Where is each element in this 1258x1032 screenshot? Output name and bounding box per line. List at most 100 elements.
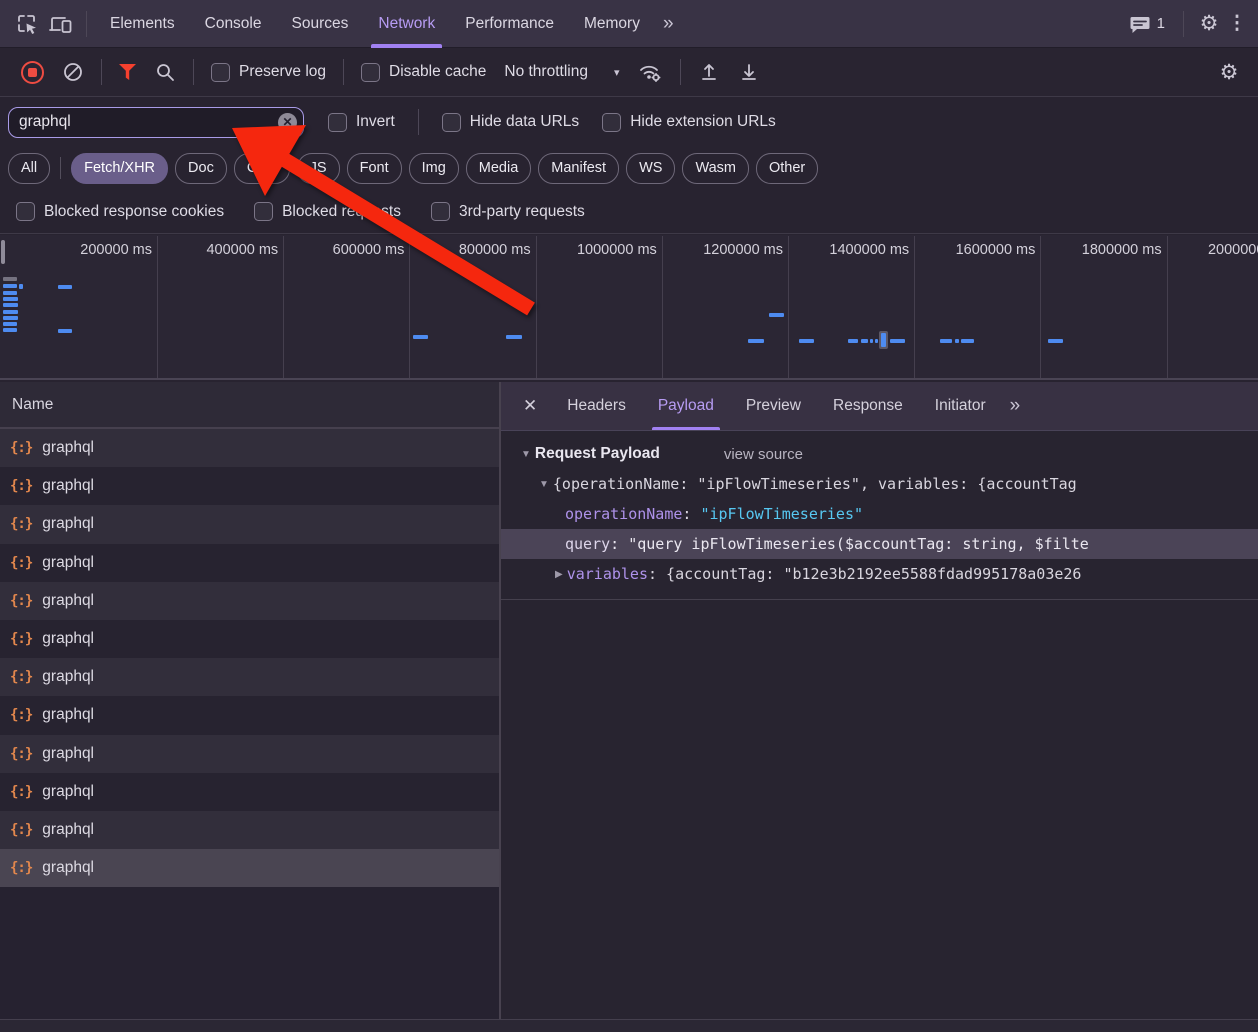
payload-line-operationName[interactable]: operationName: "ipFlowTimeseries": [501, 499, 1258, 529]
name-column-header[interactable]: Name: [0, 382, 499, 429]
export-har-icon[interactable]: [738, 61, 760, 83]
chip-fetch-xhr[interactable]: Fetch/XHR: [71, 153, 168, 184]
request-name: graphql: [42, 630, 94, 648]
waterfall-mark: [3, 303, 18, 307]
blocked-response-cookies-checkbox[interactable]: Blocked response cookies: [16, 202, 224, 221]
timeline-tick-label: 800000 ms: [411, 242, 531, 258]
issues-count[interactable]: 1: [1157, 15, 1165, 32]
fetch-xhr-type-icon: {:}: [10, 746, 32, 762]
chip-css[interactable]: CSS: [234, 153, 290, 184]
advanced-filters-row: Blocked response cookies Blocked requests…: [0, 190, 1258, 234]
network-conditions-icon[interactable]: [637, 60, 663, 84]
tab-sources[interactable]: Sources: [277, 0, 364, 48]
collapse-root-icon[interactable]: ▼: [539, 479, 549, 490]
waterfall-mark: [3, 291, 17, 295]
request-row[interactable]: {:} graphql: [0, 620, 499, 658]
network-overview-timeline[interactable]: 200000 ms400000 ms600000 ms800000 ms1000…: [0, 235, 1258, 380]
request-row[interactable]: {:}graphql: [0, 505, 499, 543]
waterfall-mark: [58, 329, 72, 333]
clear-filter-icon[interactable]: ✕: [278, 113, 297, 132]
issues-bubble-icon[interactable]: [1127, 7, 1153, 41]
chip-font[interactable]: Font: [347, 153, 402, 184]
checkbox-icon[interactable]: [16, 202, 35, 221]
request-row[interactable]: {:}graphql: [0, 696, 499, 734]
fetch-xhr-type-icon: {:}: [10, 478, 32, 494]
waterfall-mark: [3, 310, 18, 314]
more-detail-tabs-icon[interactable]: »: [1002, 395, 1027, 417]
network-settings-gear-icon[interactable]: ⚙: [1212, 55, 1246, 89]
chip-media[interactable]: Media: [466, 153, 532, 184]
hide-extension-urls-checkbox[interactable]: Hide extension URLs: [602, 113, 776, 132]
more-tabs-icon[interactable]: »: [655, 13, 680, 35]
inspect-element-icon[interactable]: [10, 7, 44, 41]
blocked-requests-checkbox[interactable]: Blocked requests: [254, 202, 401, 221]
close-detail-icon[interactable]: ✕: [509, 396, 551, 416]
detail-tab-preview[interactable]: Preview: [730, 382, 817, 430]
request-row[interactable]: {:}graphql: [0, 544, 499, 582]
disable-cache-checkbox[interactable]: Disable cache: [361, 63, 486, 82]
waterfall-mark: [413, 335, 428, 339]
detail-tab-headers[interactable]: Headers: [551, 382, 642, 430]
device-toolbar-icon[interactable]: [44, 7, 78, 41]
search-icon[interactable]: [154, 61, 176, 83]
payload-line-query[interactable]: query: "query ipFlowTimeseries($accountT…: [501, 529, 1258, 559]
tab-performance[interactable]: Performance: [450, 0, 569, 48]
tab-console[interactable]: Console: [190, 0, 277, 48]
request-row[interactable]: {:}graphql: [0, 582, 499, 620]
chip-ws[interactable]: WS: [626, 153, 675, 184]
waterfall-mark: [955, 339, 959, 343]
chip-doc[interactable]: Doc: [175, 153, 227, 184]
detail-tab-payload[interactable]: Payload: [642, 382, 730, 430]
view-source-link[interactable]: view source: [724, 446, 803, 463]
filter-funnel-icon[interactable]: [119, 64, 136, 80]
request-row[interactable]: {:}graphql: [0, 849, 499, 887]
throttling-dropdown[interactable]: No throttling▾: [504, 63, 619, 81]
hide-data-urls-checkbox[interactable]: Hide data URLs: [442, 113, 579, 132]
overview-left-handle[interactable]: [1, 240, 5, 264]
chip-manifest[interactable]: Manifest: [538, 153, 619, 184]
chip-wasm[interactable]: Wasm: [682, 153, 749, 184]
fetch-xhr-type-icon: {:}: [10, 440, 32, 456]
chip-js[interactable]: JS: [297, 153, 340, 184]
preserve-log-checkbox[interactable]: Preserve log: [211, 63, 326, 82]
tab-memory[interactable]: Memory: [569, 0, 655, 48]
kebab-menu-icon[interactable]: ⋮: [1226, 7, 1248, 41]
tab-elements[interactable]: Elements: [95, 0, 190, 48]
detail-tab-response[interactable]: Response: [817, 382, 919, 430]
invert-checkbox[interactable]: Invert: [328, 113, 395, 132]
fetch-xhr-type-icon: {:}: [10, 631, 32, 647]
collapse-request-payload-icon[interactable]: ▼: [521, 449, 531, 460]
request-row[interactable]: {:}graphql: [0, 429, 499, 467]
request-row[interactable]: {:}graphql: [0, 773, 499, 811]
tab-network[interactable]: Network: [363, 0, 450, 48]
timeline-tick-label: 400000 ms: [158, 242, 278, 258]
chip-all[interactable]: All: [8, 153, 50, 184]
filter-text-input[interactable]: graphql ✕: [8, 107, 304, 138]
waterfall-mark: [799, 339, 814, 343]
request-row[interactable]: {:}graphql: [0, 658, 499, 696]
record-network-log-button[interactable]: [21, 61, 44, 84]
waterfall-mark: [19, 284, 23, 289]
timeline-tick-label: 1000000 ms: [537, 242, 657, 258]
checkbox-label: Blocked requests: [282, 203, 401, 221]
3rd-party-requests-checkbox[interactable]: 3rd-party requests: [431, 202, 585, 221]
divider: [501, 599, 1258, 600]
fetch-xhr-type-icon: {:}: [10, 593, 32, 609]
request-row[interactable]: {:}graphql: [0, 735, 499, 773]
request-row[interactable]: {:}graphql: [0, 811, 499, 849]
fetch-xhr-type-icon: {:}: [10, 784, 32, 800]
detail-tab-initiator[interactable]: Initiator: [919, 382, 1002, 430]
checkbox-icon[interactable]: [254, 202, 273, 221]
timeline-tick-label: 1400000 ms: [789, 242, 909, 258]
request-row[interactable]: {:}graphql: [0, 467, 499, 505]
payload-root-line[interactable]: ▼ {operationName: "ipFlowTimeseries", va…: [501, 469, 1258, 499]
request-name: graphql: [42, 668, 94, 686]
import-har-icon[interactable]: [698, 61, 720, 83]
checkbox-icon[interactable]: [431, 202, 450, 221]
waterfall-mark: [3, 277, 17, 281]
chip-img[interactable]: Img: [409, 153, 459, 184]
chip-other[interactable]: Other: [756, 153, 818, 184]
expand-variables-icon[interactable]: ▶: [555, 569, 563, 580]
clear-network-log-icon[interactable]: [62, 61, 84, 83]
payload-line-variables[interactable]: ▶ variables: {accountTag: "b12e3b2192ee5…: [501, 559, 1258, 589]
